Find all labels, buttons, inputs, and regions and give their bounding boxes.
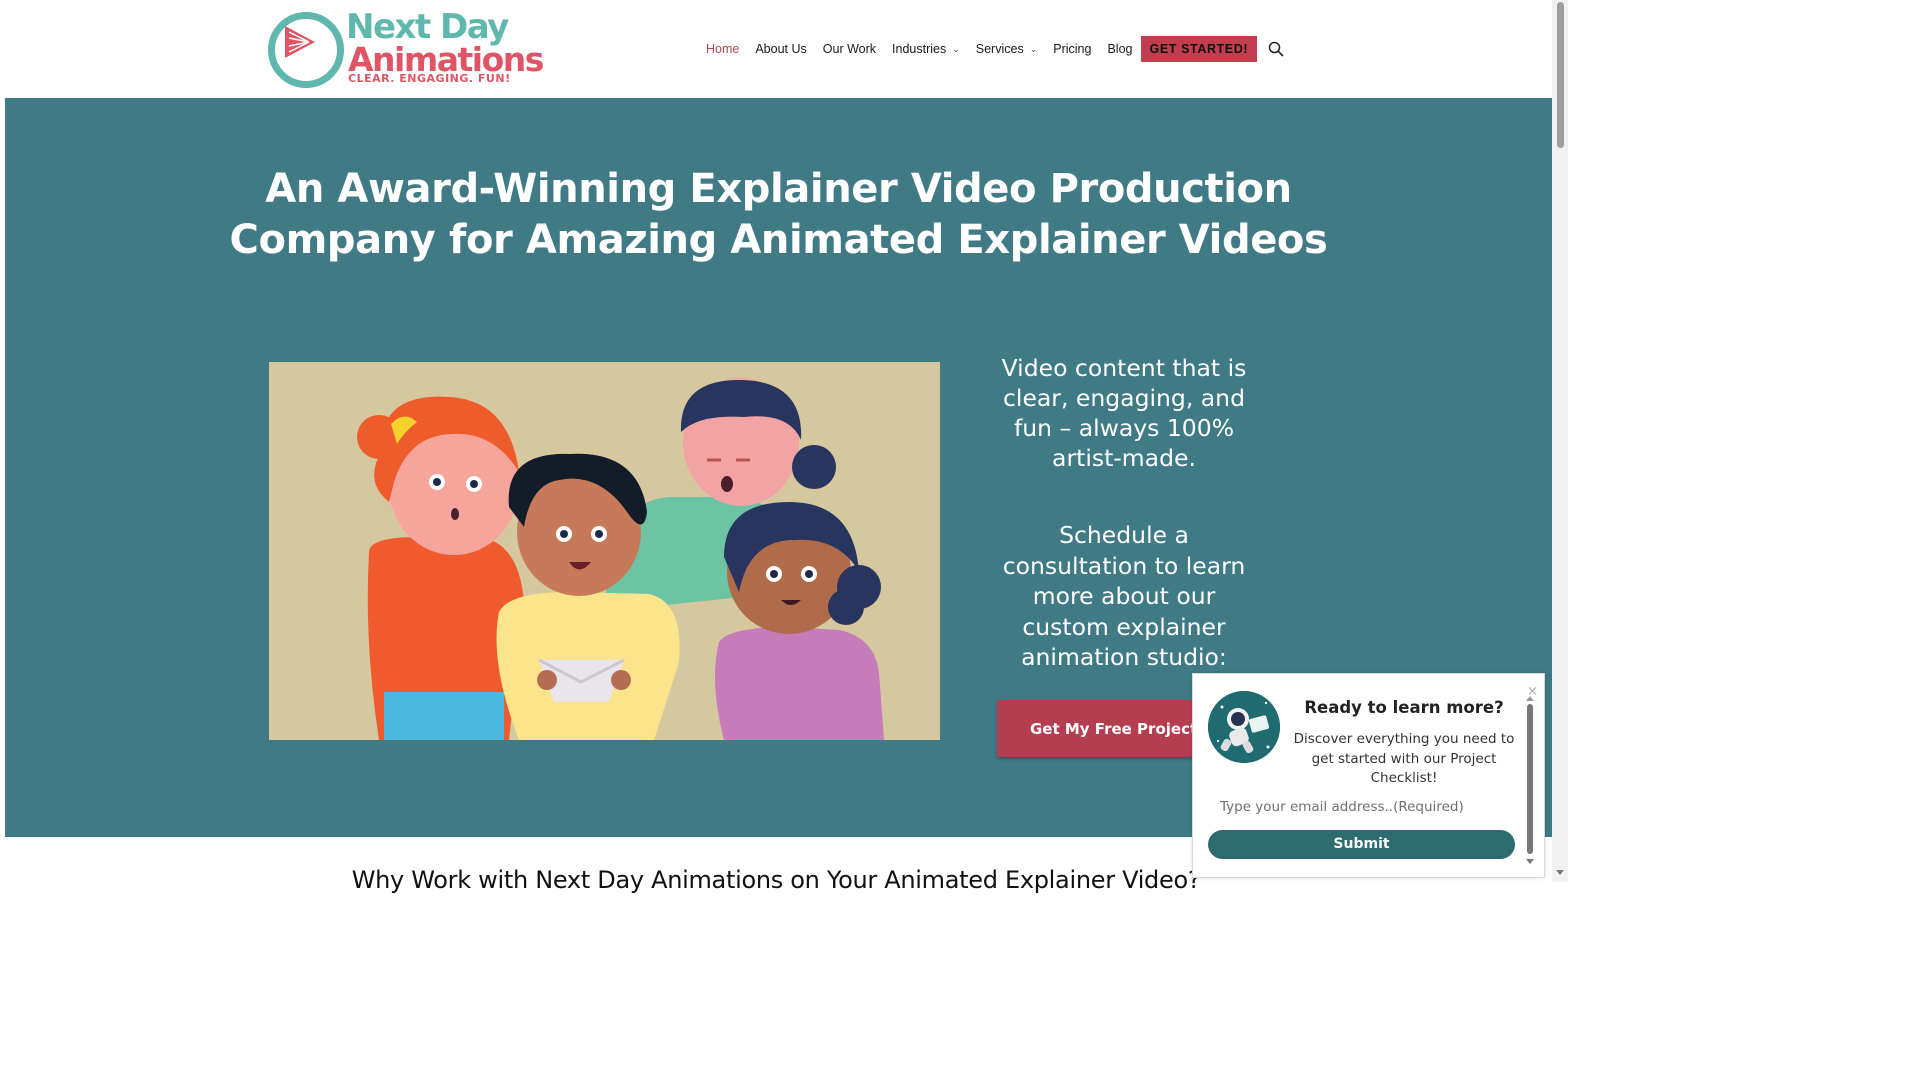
- popup-scrollbar-thumb[interactable]: [1527, 704, 1533, 854]
- search-icon[interactable]: [1268, 41, 1284, 57]
- nav-item-label: Services: [975, 42, 1024, 56]
- site-header: Next Day Animations CLEAR. ENGAGING. FUN…: [0, 0, 1552, 98]
- play-icon: [285, 26, 315, 58]
- hero-tagline: Video content that is clear, engaging, a…: [1001, 354, 1247, 472]
- hero-illustration: [269, 362, 940, 740]
- checklist-popup: × Ready to learn more? Discover everythi…: [1192, 673, 1545, 878]
- get-started-button[interactable]: GET STARTED!: [1140, 36, 1258, 62]
- nav-item-about-us[interactable]: About Us: [755, 42, 806, 56]
- astronaut-avatar: [1208, 691, 1280, 763]
- nav-item-label: Pricing: [1053, 42, 1092, 56]
- submit-button[interactable]: Submit: [1208, 830, 1515, 859]
- nav-item-industries[interactable]: Industries ⌄: [892, 42, 960, 56]
- logo-tagline: CLEAR. ENGAGING. FUN!: [348, 72, 511, 85]
- popup-title: Ready to learn more?: [1304, 698, 1504, 717]
- nav-item-home[interactable]: Home: [706, 42, 739, 56]
- consultation-text: Schedule a consultation to learn more ab…: [1002, 521, 1246, 671]
- hero-title-line2: Company for Amazing Animated Explainer V…: [229, 217, 1328, 263]
- chevron-down-icon: ⌄: [1029, 43, 1038, 54]
- hero-title: An Award-Winning Explainer Video Product…: [5, 164, 1552, 266]
- main-nav: Home About Us Our Work Industries ⌄ Servi…: [706, 36, 1258, 62]
- nav-item-pricing[interactable]: Pricing: [1053, 42, 1091, 56]
- page-scrollbar[interactable]: [1552, 0, 1568, 882]
- nav-item-label: About Us: [755, 42, 807, 56]
- scroll-down-arrow-icon[interactable]: [1556, 870, 1564, 875]
- scrollbar-thumb[interactable]: [1557, 2, 1564, 148]
- chevron-down-icon: ⌄: [952, 43, 960, 54]
- nav-item-our-work[interactable]: Our Work: [823, 42, 876, 56]
- brand-logo[interactable]: Next Day Animations CLEAR. ENGAGING. FUN…: [268, 7, 544, 89]
- nav-item-services[interactable]: Services ⌄: [976, 42, 1037, 56]
- nav-item-blog[interactable]: Blog: [1107, 42, 1132, 56]
- nav-item-label: Home: [706, 42, 740, 56]
- nav-item-label: Industries: [892, 42, 947, 56]
- email-field[interactable]: [1208, 792, 1515, 822]
- popup-scroll-down-icon[interactable]: [1526, 859, 1534, 864]
- hero-title-line1: An Award-Winning Explainer Video Product…: [265, 166, 1292, 212]
- nav-item-label: Our Work: [822, 42, 877, 56]
- nav-item-label: Blog: [1107, 42, 1133, 56]
- popup-scroll-up-icon[interactable]: [1526, 696, 1534, 701]
- popup-description: Discover everything you need to get star…: [1293, 731, 1515, 786]
